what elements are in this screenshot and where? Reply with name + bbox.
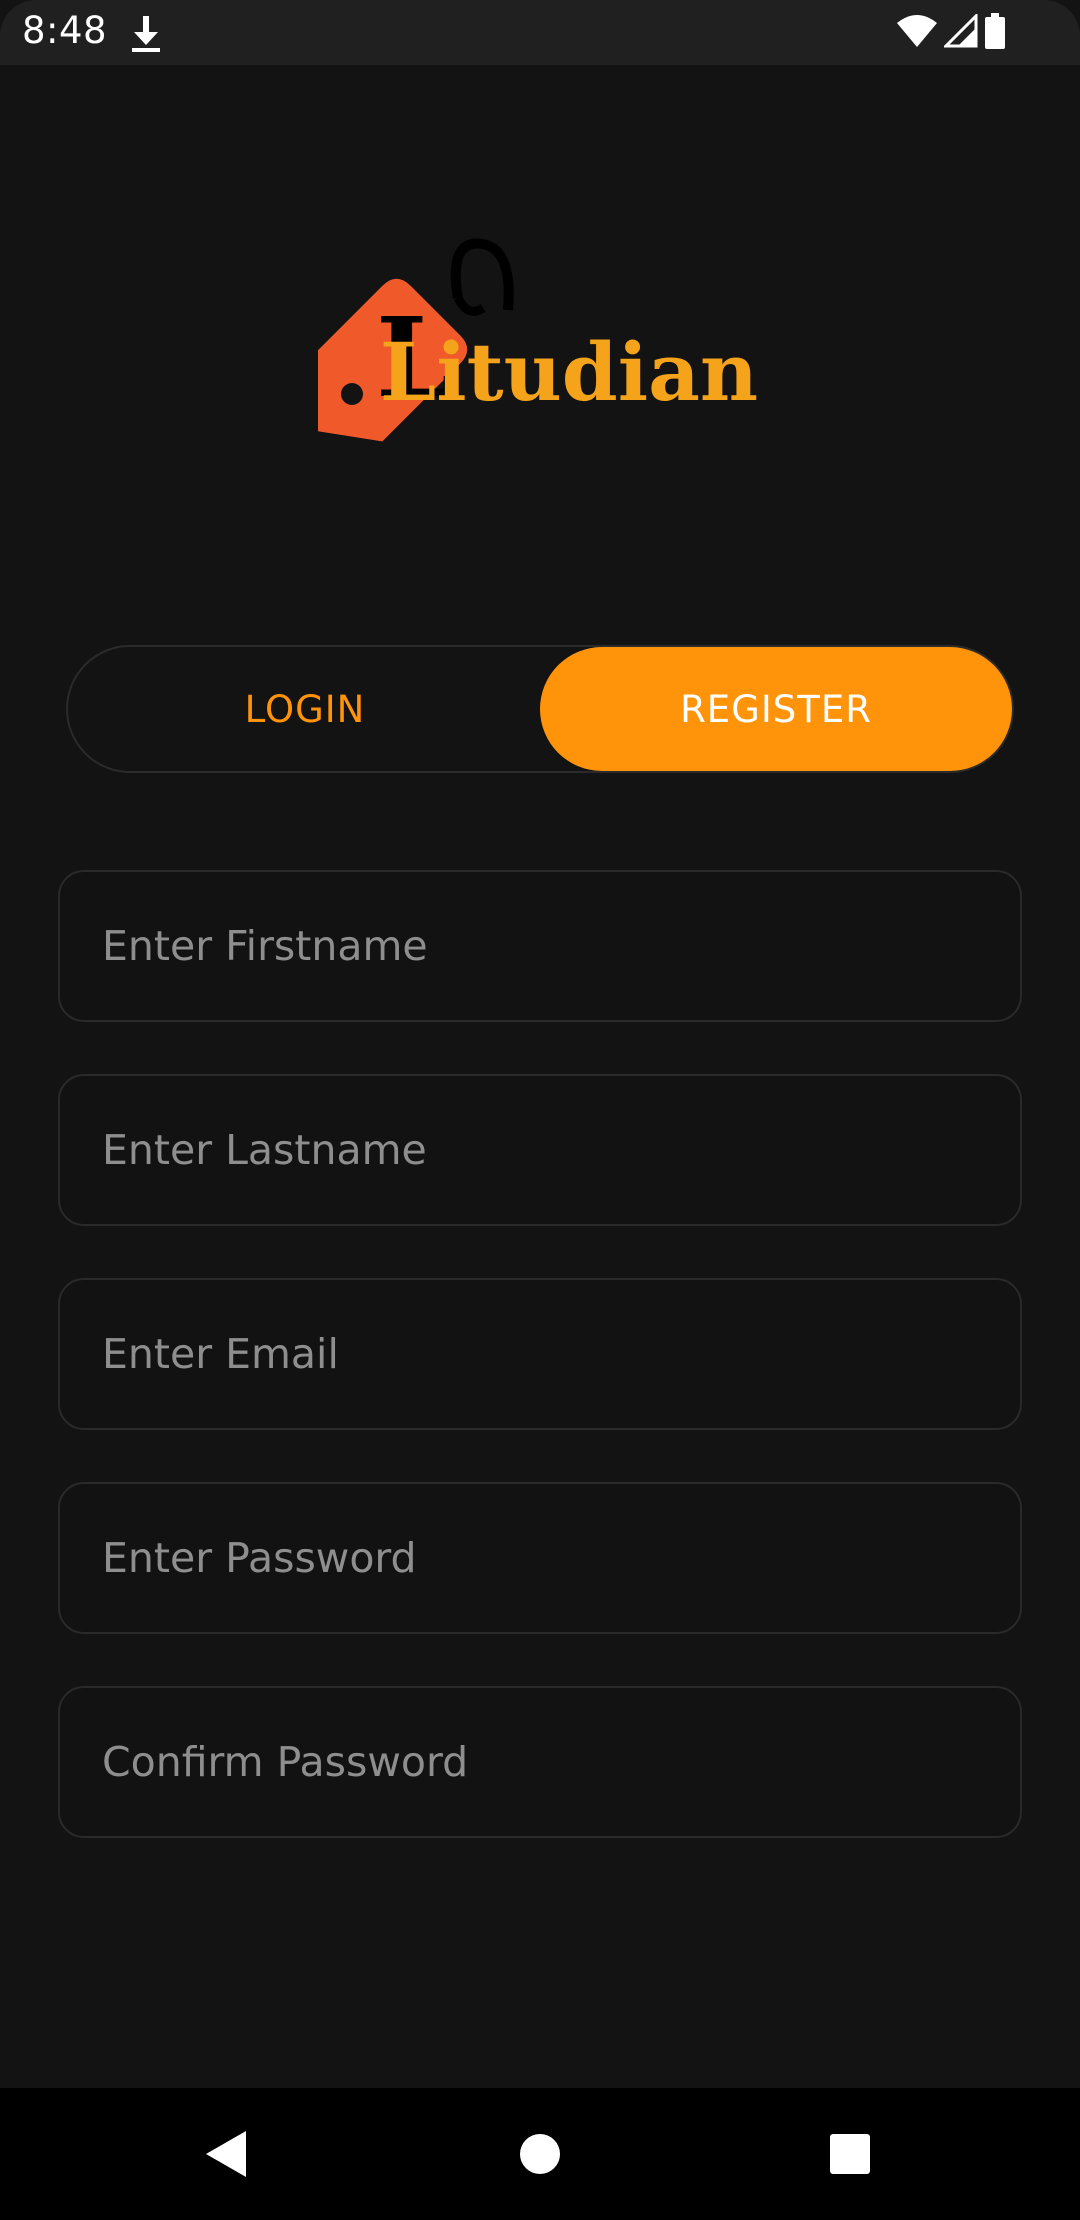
status-icons	[896, 12, 1006, 53]
register-screen: 8:48 L Litudian LOGIN REGISTER Enter Fir…	[0, 0, 1080, 2220]
recents-icon[interactable]	[814, 2118, 886, 2190]
logo-wordmark: Litudian	[380, 325, 758, 419]
download-icon	[130, 14, 162, 54]
status-time: 8:48	[22, 9, 108, 52]
back-icon[interactable]	[190, 2118, 262, 2190]
status-bar: 8:48	[0, 0, 1080, 65]
confirm-password-field-container	[58, 1686, 1022, 1838]
tab-login[interactable]: LOGIN	[68, 647, 542, 771]
lastname-field-container	[58, 1074, 1022, 1226]
tab-register[interactable]: REGISTER	[540, 647, 1012, 771]
password-input[interactable]	[102, 1484, 982, 1632]
battery-icon	[984, 13, 1006, 53]
firstname-field-container	[58, 870, 1022, 1022]
email-field-container	[58, 1278, 1022, 1430]
cell-signal-icon	[942, 12, 978, 52]
auth-toggle: LOGIN REGISTER	[66, 645, 1014, 773]
password-field-container	[58, 1482, 1022, 1634]
app-logo: L Litudian	[304, 238, 768, 448]
wifi-icon	[896, 13, 938, 53]
email-input[interactable]	[102, 1280, 982, 1428]
system-nav-bar	[0, 2088, 1080, 2220]
lastname-input[interactable]	[102, 1076, 982, 1224]
confirm-password-input[interactable]	[102, 1688, 982, 1836]
firstname-input[interactable]	[102, 872, 982, 1020]
home-icon[interactable]	[504, 2118, 576, 2190]
